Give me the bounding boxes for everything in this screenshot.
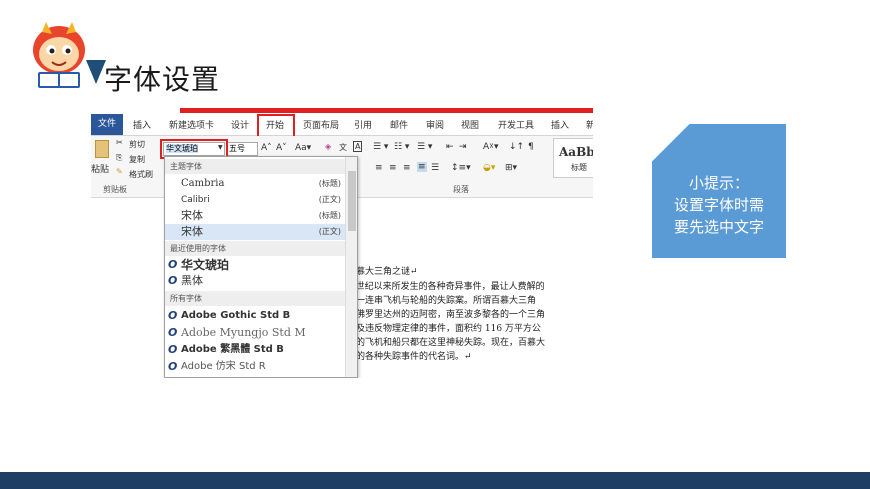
opentype-icon: O	[168, 309, 178, 322]
tab-new[interactable]: 新建选项卡	[169, 118, 214, 131]
increase-indent-icon[interactable]: ⇥	[459, 142, 467, 152]
borders-icon[interactable]: ⊞▾	[505, 163, 517, 173]
font-item-heiti[interactable]: O 黑体	[165, 273, 345, 289]
tab-mailings[interactable]: 邮件	[390, 118, 408, 131]
align-right-icon[interactable]: ≡	[403, 163, 411, 173]
tab-view[interactable]: 视图	[461, 118, 479, 131]
paste-icon	[95, 140, 109, 158]
copy-icon: ⎘	[116, 153, 123, 162]
sort-icon[interactable]: ↓↑	[509, 142, 524, 152]
change-case-icon[interactable]: Aa▾	[295, 143, 311, 153]
theme-fonts-header: 主题字体	[165, 159, 345, 174]
font-item-cambria[interactable]: Cambria (标题)	[165, 176, 345, 192]
opentype-icon: O	[168, 343, 178, 356]
shrink-font-icon[interactable]: A˅	[276, 143, 287, 153]
dragon-mascot-icon	[33, 22, 85, 88]
hint-line: 小提示：	[688, 174, 749, 192]
cut-button[interactable]: 剪切	[129, 139, 145, 150]
format-painter-button[interactable]: 格式刷	[129, 169, 153, 180]
copy-button[interactable]: 复制	[129, 154, 145, 165]
font-item-huawen-hupo[interactable]: O 华文琥珀	[165, 257, 345, 273]
hint-text: 小提示： 设置字体时需 要先选中文字	[652, 172, 786, 238]
font-item-adobe-gothic[interactable]: O Adobe Gothic Std B	[165, 308, 345, 324]
opentype-icon: O	[168, 258, 178, 271]
font-item-calibri[interactable]: Calibri (正文)	[165, 192, 345, 208]
font-item-adobe-fangsong[interactable]: O Adobe 仿宋 Std R	[165, 359, 345, 375]
opentype-icon: O	[168, 326, 178, 339]
opentype-icon: O	[168, 360, 178, 373]
paragraph-group-label: 段落	[453, 185, 469, 194]
clipboard-group-label: 剪贴板	[103, 185, 127, 194]
clear-format-icon[interactable]: ◈	[325, 142, 331, 151]
recent-fonts-header: 最近使用的字体	[165, 241, 345, 256]
style-preview: AaBb	[559, 145, 593, 159]
show-marks-icon[interactable]: ¶	[528, 142, 534, 152]
doc-line: 的一连串飞机与轮船的失踪案。所谓百慕大三角	[347, 296, 537, 306]
align-center-icon[interactable]: ≡	[389, 163, 397, 173]
font-item-adobe-myungjo[interactable]: O Adobe Myungjo Std M	[165, 325, 345, 341]
all-fonts-header: 所有字体	[165, 291, 345, 306]
phonetic-icon[interactable]: 文	[339, 142, 347, 153]
doc-line: 象及违反物理定律的事件，面积约 116 万平方公	[347, 324, 541, 334]
doc-line: 中的飞机和船只都在这里神秘失踪。现在，百慕大	[347, 338, 546, 348]
doc-line: 0 世纪以来所发生的各种奇异事件，最让人费解的	[347, 282, 545, 292]
tab-file[interactable]: 文件	[91, 114, 123, 135]
justify-icon[interactable]: ≡	[417, 162, 427, 172]
tab-insert[interactable]: 插入	[133, 118, 151, 131]
font-item-adobe-fanhei[interactable]: O Adobe 繁黑體 Std B	[165, 342, 345, 358]
tab-insert-2[interactable]: 插入	[551, 118, 569, 131]
doc-line: 种的各种失踪事件的代名词。↵	[347, 352, 472, 362]
line-spacing-icon[interactable]: ↕≡▾	[451, 163, 471, 173]
slide-title: 字体设置	[104, 63, 221, 96]
doc-line: 由佛罗里达州的迈阿密，南至波多黎各的一个三角	[347, 310, 546, 320]
scissors-icon: ✂	[116, 138, 123, 147]
tab-developer[interactable]: 开发工具	[498, 118, 534, 131]
paste-button[interactable]: 粘贴	[91, 162, 109, 175]
font-size-input[interactable]: 五号	[226, 142, 258, 156]
hint-line: 要先选中文字	[673, 218, 764, 236]
opentype-icon: O	[168, 274, 178, 287]
home-tab-highlight	[257, 114, 295, 138]
chinese-layout-icon[interactable]: A☓▾	[483, 142, 498, 152]
format-painter-icon: ✎	[116, 167, 123, 176]
align-left-icon[interactable]: ≡	[375, 163, 383, 173]
scrollbar-thumb[interactable]	[348, 171, 356, 231]
tab-design[interactable]: 设计	[231, 118, 249, 131]
shading-icon[interactable]: ◒▾	[483, 163, 495, 173]
title-marker	[86, 60, 106, 84]
char-border-icon[interactable]: A	[353, 141, 363, 152]
footer-bar	[0, 472, 870, 489]
font-item-songti-body[interactable]: 宋体 (正文)	[165, 224, 345, 240]
multilevel-icon[interactable]: ☰ ▾	[417, 142, 432, 152]
font-item-songti-heading[interactable]: 宋体 (标题)	[165, 208, 345, 224]
style-label: 标题	[571, 163, 587, 172]
tab-layout[interactable]: 页面布局	[303, 118, 339, 131]
decrease-indent-icon[interactable]: ⇤	[446, 142, 454, 152]
distributed-icon[interactable]: ☰	[431, 163, 439, 173]
red-accent-bar	[180, 108, 593, 113]
ribbon-tabs: 文件 插入 新建选项卡 设计 开始 页面布局 引用 邮件 审阅 视图 开发工具 …	[91, 114, 593, 136]
hint-line: 设置字体时需	[673, 196, 764, 214]
tab-review[interactable]: 审阅	[426, 118, 444, 131]
font-dropdown-list[interactable]: 主题字体 Cambria (标题) Calibri (正文) 宋体 (标题) 宋体 (正…	[164, 156, 358, 378]
grow-font-icon[interactable]: A˄	[261, 143, 272, 153]
tab-references[interactable]: 引用	[354, 118, 372, 131]
bullets-icon[interactable]: ☰ ▾	[373, 142, 388, 152]
numbering-icon[interactable]: ☷ ▾	[394, 142, 409, 152]
dropdown-scrollbar[interactable]	[345, 157, 357, 377]
word-screenshot: 文件 插入 新建选项卡 设计 开始 页面布局 引用 邮件 审阅 视图 开发工具 …	[91, 108, 593, 378]
tab-more[interactable]: 新	[586, 118, 593, 131]
